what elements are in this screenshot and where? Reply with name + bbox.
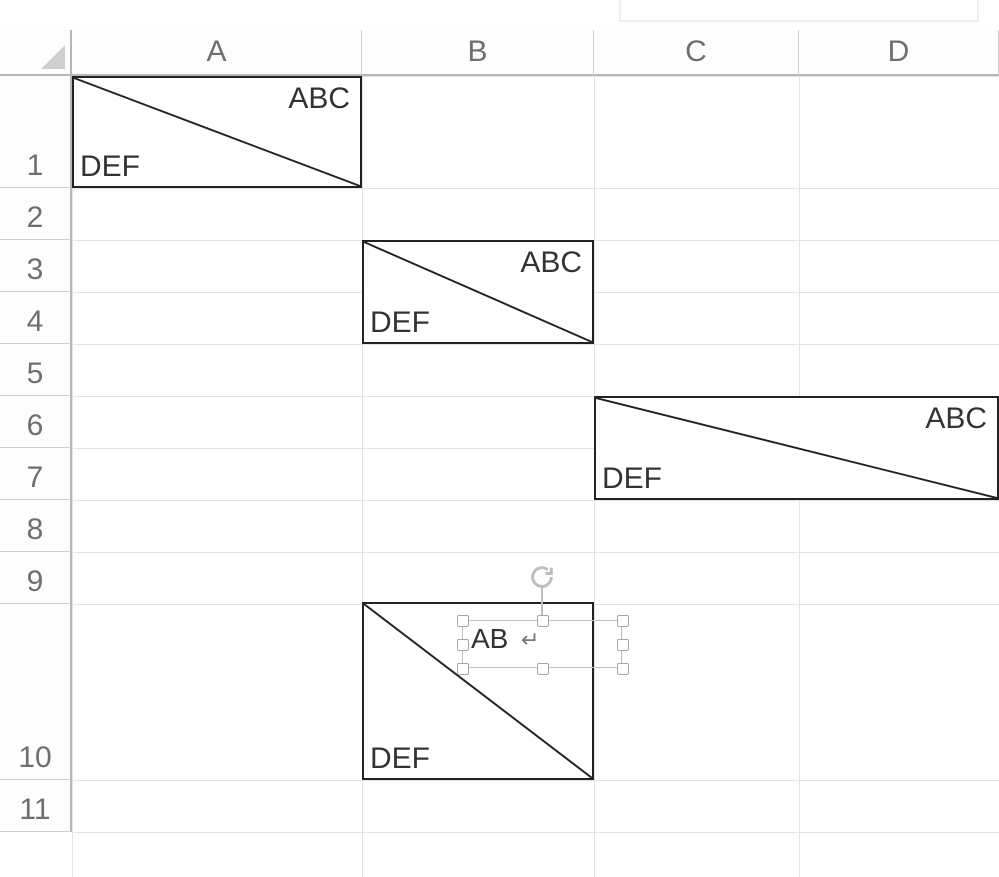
rotation-handle-icon[interactable] <box>528 563 556 591</box>
row-header-label: 3 <box>27 253 44 287</box>
gridline-horizontal <box>72 552 999 553</box>
row-header-4[interactable]: 4 <box>0 292 72 344</box>
line-break-icon: ↵ <box>521 627 539 653</box>
row-header-7[interactable]: 7 <box>0 448 72 500</box>
row-header-label: 10 <box>18 741 51 775</box>
resize-handle-ne[interactable] <box>617 615 629 627</box>
row-header-label: 7 <box>27 461 44 495</box>
box-label-bottom-left: DEF <box>370 742 430 776</box>
rotation-handle-stem <box>541 587 543 615</box>
box-label-bottom-left: DEF <box>370 306 430 340</box>
spreadsheet: ABCD 1234567891011 ABCDEFABCDEFABCDEFDEF… <box>0 0 999 877</box>
gridline-horizontal <box>72 500 999 501</box>
row-header-11[interactable]: 11 <box>0 780 72 832</box>
row-header-9[interactable]: 9 <box>0 552 72 604</box>
row-header-label: 11 <box>19 793 50 827</box>
row-header-label: 4 <box>27 305 44 339</box>
resize-handle-e[interactable] <box>617 639 629 651</box>
row-header-8[interactable]: 8 <box>0 500 72 552</box>
resize-handle-n[interactable] <box>537 615 549 627</box>
selected-text-shape[interactable]: AB ↵ <box>462 620 622 668</box>
row-header-3[interactable]: 3 <box>0 240 72 292</box>
row-header-label: 5 <box>27 357 44 391</box>
diag-box-c6d7[interactable]: ABC DEF <box>594 396 999 500</box>
gridline-vertical <box>72 76 73 877</box>
row-header-label: 9 <box>27 565 44 599</box>
column-header-a[interactable]: A <box>72 30 362 76</box>
gridline-horizontal <box>72 188 999 189</box>
resize-handle-nw[interactable] <box>457 615 469 627</box>
box-label-top-right: ABC <box>288 82 350 116</box>
row-header-10[interactable]: 10 <box>0 604 72 780</box>
diag-box-b3b4[interactable]: ABC DEF <box>362 240 594 344</box>
gridline-horizontal <box>72 832 999 833</box>
column-header-label: B <box>467 35 487 69</box>
resize-handle-w[interactable] <box>457 639 469 651</box>
gridline-horizontal <box>72 344 999 345</box>
column-header-b[interactable]: B <box>362 30 594 76</box>
row-header-6[interactable]: 6 <box>0 396 72 448</box>
box-label-top-right: ABC <box>925 402 987 436</box>
select-all-corner[interactable] <box>0 30 72 76</box>
row-header-label: 8 <box>27 513 44 547</box>
column-header-label: D <box>888 35 910 69</box>
column-header-label: C <box>685 35 707 69</box>
resize-handle-s[interactable] <box>537 663 549 675</box>
select-all-triangle-icon <box>39 43 67 71</box>
resize-handle-se[interactable] <box>617 663 629 675</box>
row-header-label: 6 <box>27 409 44 443</box>
row-header-label: 1 <box>27 149 44 183</box>
row-header-2[interactable]: 2 <box>0 188 72 240</box>
ribbon-fragment <box>619 0 979 22</box>
column-header-label: A <box>206 35 226 69</box>
box-label-top-right: ABC <box>520 246 582 280</box>
gridline-horizontal <box>72 780 999 781</box>
resize-handle-sw[interactable] <box>457 663 469 675</box>
box-label-bottom-left: DEF <box>80 150 140 184</box>
box-label-bottom-left: DEF <box>602 462 662 496</box>
row-header-5[interactable]: 5 <box>0 344 72 396</box>
diag-box-a1[interactable]: ABC DEF <box>72 76 362 188</box>
shape-text-content[interactable]: AB <box>471 623 508 655</box>
column-header-c[interactable]: C <box>594 30 799 76</box>
column-header-d[interactable]: D <box>799 30 999 76</box>
row-header-label: 2 <box>27 201 44 235</box>
row-header-1[interactable]: 1 <box>0 76 72 188</box>
